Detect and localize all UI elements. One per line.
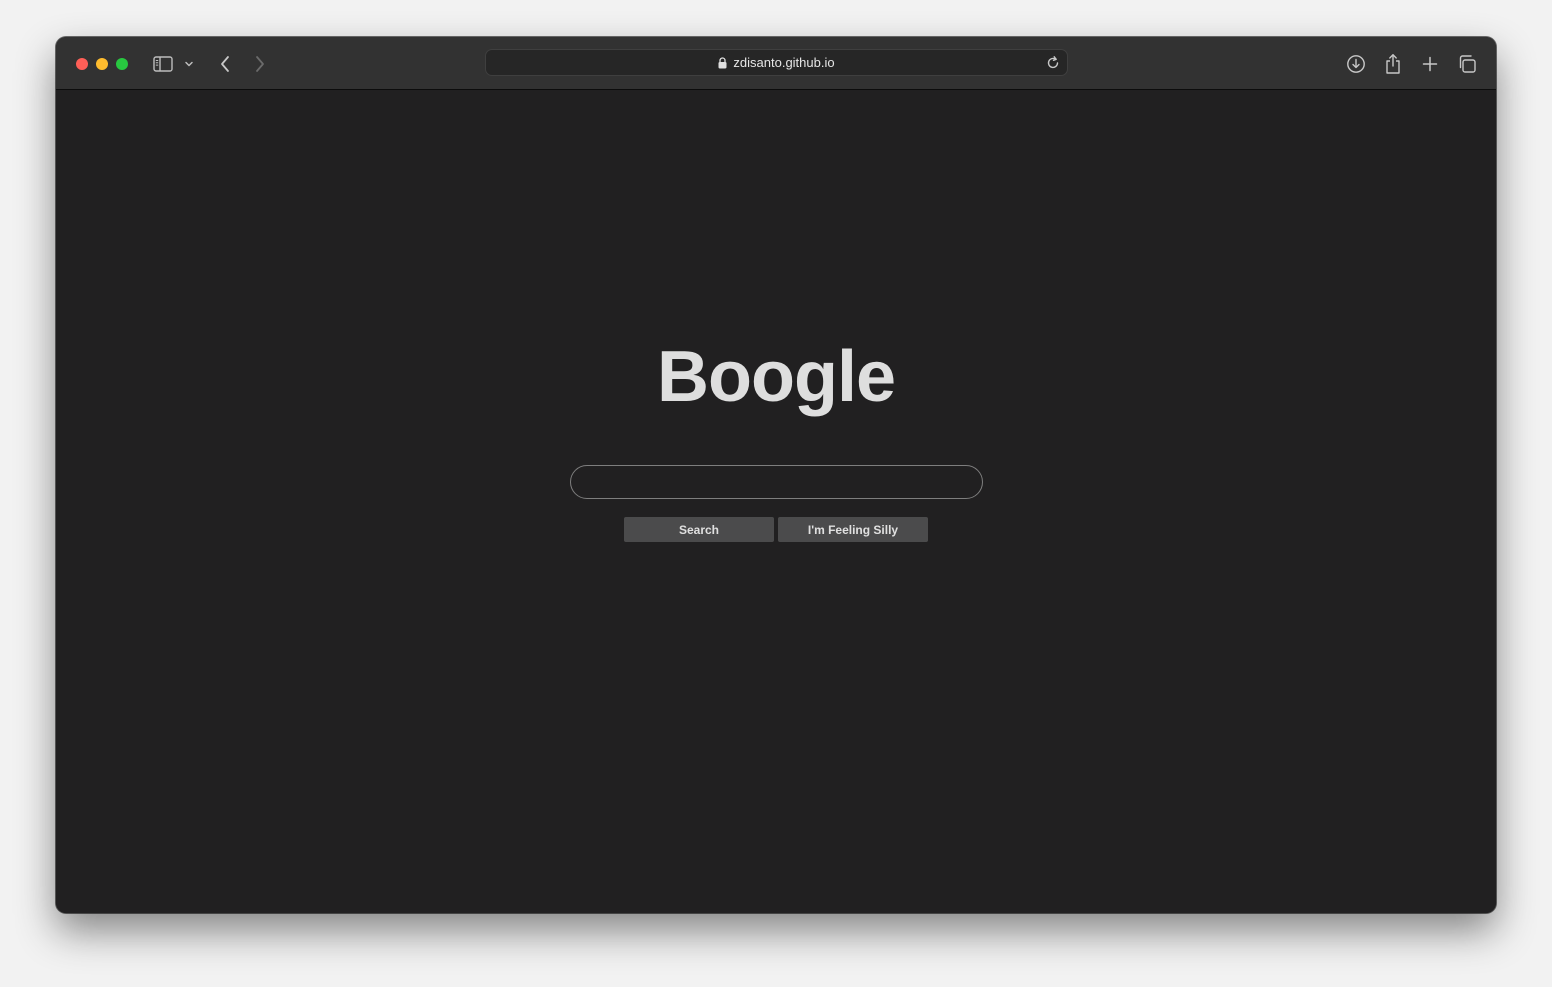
chevron-down-icon[interactable] [179, 51, 199, 77]
back-button[interactable] [212, 51, 238, 77]
feeling-silly-button[interactable]: I'm Feeling Silly [778, 517, 928, 542]
zoom-window-button[interactable] [116, 58, 128, 70]
download-icon[interactable] [1343, 51, 1369, 77]
tabs-icon[interactable] [1454, 51, 1480, 77]
close-window-button[interactable] [76, 58, 88, 70]
sidebar-icon[interactable] [150, 51, 176, 77]
share-icon[interactable] [1380, 51, 1406, 77]
address-bar[interactable]: zdisanto.github.io [485, 49, 1068, 76]
forward-button[interactable] [247, 51, 273, 77]
browser-window: zdisanto.github.io Boogle Search I'm Fee… [56, 37, 1496, 913]
lock-icon [718, 56, 727, 68]
site-logo: Boogle [657, 337, 896, 417]
search-button[interactable]: Search [624, 517, 774, 542]
page-content: Boogle Search I'm Feeling Silly [56, 90, 1496, 913]
reload-icon[interactable] [1045, 55, 1061, 71]
address-url: zdisanto.github.io [733, 55, 835, 70]
search-input[interactable] [570, 465, 983, 499]
browser-toolbar: zdisanto.github.io [56, 37, 1496, 90]
plus-icon[interactable] [1417, 51, 1443, 77]
minimize-window-button[interactable] [96, 58, 108, 70]
